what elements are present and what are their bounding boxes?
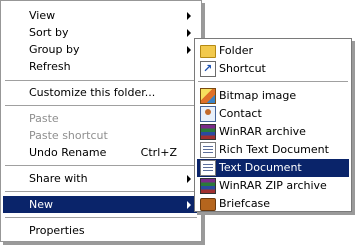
text-document-icon: [200, 160, 216, 176]
menu-item-label: New: [29, 198, 53, 211]
shortcut-icon: [200, 60, 216, 78]
folder-icon: [200, 45, 216, 58]
submenu-item-briefcase[interactable]: Briefcase: [197, 195, 349, 213]
menu-item-customize-folder[interactable]: Customize this folder...: [3, 84, 199, 101]
submenu-item-label: Briefcase: [219, 197, 271, 210]
bitmap-icon: [200, 88, 216, 104]
submenu-item-folder[interactable]: Folder: [197, 42, 349, 60]
menu-item-properties[interactable]: Properties: [3, 222, 199, 239]
submenu-arrow-icon: [187, 46, 191, 54]
winrar-icon: [200, 124, 216, 140]
context-menu-shadow: [3, 242, 205, 245]
submenu-item-label: Rich Text Document: [219, 143, 329, 156]
rtf-icon: [200, 142, 216, 158]
submenu-item-label: WinRAR ZIP archive: [219, 179, 327, 192]
menu-item-new[interactable]: New: [3, 196, 199, 213]
submenu-item-label: Shortcut: [219, 62, 266, 75]
submenu-item-contact[interactable]: Contact: [197, 105, 349, 123]
menu-item-paste-shortcut[interactable]: Paste shortcut: [3, 127, 199, 144]
menu-item-label: Customize this folder...: [29, 86, 156, 99]
menu-item-sort-by[interactable]: Sort by: [3, 24, 199, 41]
menu-separator: [5, 80, 197, 82]
menu-item-label: Refresh: [29, 60, 71, 73]
menu-item-label: Group by: [29, 43, 80, 56]
briefcase-icon: [200, 198, 216, 211]
menu-item-label: Properties: [29, 224, 85, 237]
menu-item-refresh[interactable]: Refresh: [3, 58, 199, 75]
submenu-item-label: Bitmap image: [219, 89, 297, 102]
menu-separator: [5, 165, 197, 167]
submenu-arrow-icon: [187, 12, 191, 20]
menu-item-label: Sort by: [29, 26, 69, 39]
submenu-item-label: Text Document: [219, 161, 302, 174]
submenu-shadow: [352, 41, 355, 212]
submenu-item-rich-text-document[interactable]: Rich Text Document: [197, 141, 349, 159]
submenu-arrow-icon: [187, 175, 191, 183]
menu-item-label: Share with: [29, 172, 88, 185]
submenu-item-winrar-archive[interactable]: WinRAR archive: [197, 123, 349, 141]
menu-item-share-with[interactable]: Share with: [3, 170, 199, 187]
submenu-item-text-document[interactable]: Text Document: [197, 159, 349, 177]
submenu-arrow-icon: [187, 29, 191, 37]
keyboard-shortcut: Ctrl+Z: [140, 146, 177, 159]
submenu-arrow-icon: [187, 201, 191, 209]
menu-item-view[interactable]: View: [3, 7, 199, 24]
menu-item-label: Paste: [29, 112, 59, 125]
context-menu: View Sort by Group by Refresh Customize …: [0, 0, 202, 242]
menu-separator: [5, 105, 197, 107]
submenu-item-label: WinRAR archive: [219, 125, 306, 138]
menu-separator: [5, 217, 197, 219]
menu-separator: [5, 191, 197, 193]
menu-item-label: Paste shortcut: [29, 129, 108, 142]
winrar-zip-icon: [200, 178, 216, 194]
submenu-item-winrar-zip-archive[interactable]: WinRAR ZIP archive: [197, 177, 349, 195]
contact-icon: [200, 106, 216, 122]
menu-separator: [198, 81, 348, 83]
submenu-item-shortcut[interactable]: Shortcut: [197, 60, 349, 78]
menu-item-label: Undo Rename: [29, 146, 107, 159]
submenu-item-bitmap-image[interactable]: Bitmap image: [197, 87, 349, 105]
submenu-item-label: Contact: [219, 107, 262, 120]
menu-item-label: View: [29, 9, 56, 22]
menu-item-paste[interactable]: Paste: [3, 110, 199, 127]
submenu-item-label: Folder: [219, 44, 253, 57]
menu-item-group-by[interactable]: Group by: [3, 41, 199, 58]
menu-item-undo-rename[interactable]: Undo Rename Ctrl+Z: [3, 144, 199, 161]
new-submenu: Folder Shortcut Bitmap image Contact Win…: [194, 38, 352, 212]
